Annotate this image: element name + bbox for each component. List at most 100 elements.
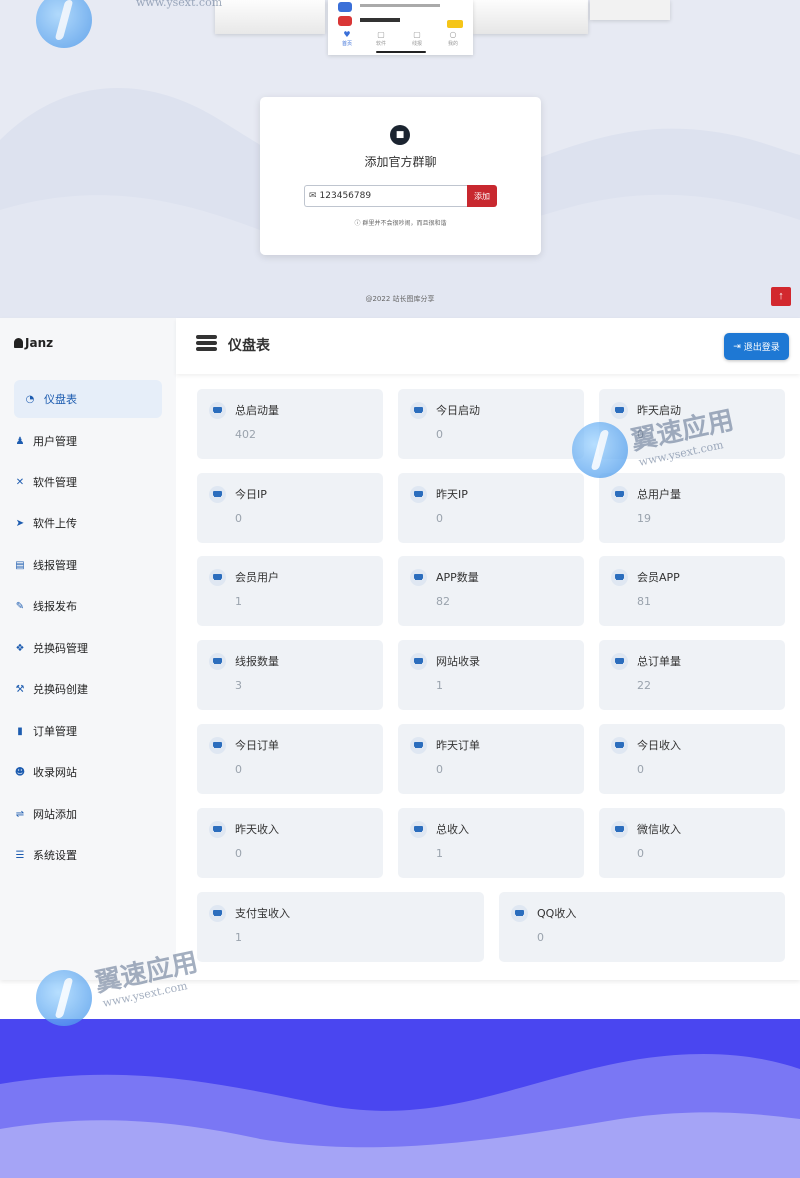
laptop-icon: [611, 653, 628, 670]
smile-icon: ☻: [14, 766, 26, 778]
edit-icon: ✎: [15, 600, 25, 612]
stat-card-member-app: 会员APP 81: [599, 556, 785, 626]
stat-card-wechat-income: 微信收入 0: [599, 808, 785, 878]
sidebar-item-label: 用户管理: [33, 435, 77, 448]
logout-label: 退出登录: [743, 342, 780, 352]
stat-label: 今日订单: [235, 739, 279, 752]
sidebar-item-codes[interactable]: ❖ 兑换码管理: [14, 629, 162, 667]
stat-label: QQ收入: [537, 907, 577, 920]
sidebar-item-label: 兑换码创建: [33, 683, 88, 696]
laptop-icon: [611, 821, 628, 838]
brand-logo[interactable]: Janz: [14, 336, 53, 350]
heart-icon: ♥: [343, 30, 351, 39]
sidebar-item-label: 系统设置: [33, 849, 77, 862]
stat-label: 总收入: [436, 823, 469, 836]
sidebar-item-settings[interactable]: ☰ 系统设置: [14, 836, 162, 874]
stat-value: 0: [637, 847, 644, 860]
preview-tab-news: ▢ 线报: [406, 30, 428, 47]
stat-value: 0: [637, 428, 644, 441]
laptop-icon: [410, 402, 427, 419]
footer-copyright: @2022 站长图库分享: [365, 295, 435, 303]
stat-label: 昨天IP: [436, 488, 468, 501]
laptop-icon: [410, 737, 427, 754]
sidebar-item-label: 线报管理: [33, 559, 77, 572]
stat-card-total-income: 总收入 1: [398, 808, 584, 878]
handshake-icon: ⇌: [15, 808, 25, 820]
stat-value: 0: [436, 428, 443, 441]
mail-icon: ✉: [309, 191, 317, 201]
group-title: 添加官方群聊: [364, 155, 437, 169]
preview-badge: [447, 20, 463, 28]
laptop-icon: [209, 569, 226, 586]
sidebar: Janz ◔ 仪盘表 ♟ 用户管理 ✕ 软件管理 ➤ 软件上传 ▤ 线报管理 ✎…: [0, 318, 176, 980]
stat-label: 会员APP: [637, 571, 680, 584]
logout-button[interactable]: ⇥ 退出登录: [724, 333, 789, 360]
preview-text-line: [360, 4, 440, 7]
menu-icon[interactable]: [196, 335, 217, 351]
stat-value: 82: [436, 595, 450, 608]
sidebar-item-label: 软件上传: [33, 517, 77, 530]
laptop-icon: [209, 737, 226, 754]
stat-label: 微信收入: [637, 823, 681, 836]
stat-label: 今日IP: [235, 488, 267, 501]
stat-value: 1: [235, 931, 242, 944]
scroll-to-top-button[interactable]: ↑: [771, 287, 791, 306]
stat-value: 19: [637, 512, 651, 525]
sidebar-item-label: 仪盘表: [44, 393, 77, 406]
paper-plane-icon: ➤: [15, 517, 25, 529]
stat-label: 昨天启动: [637, 404, 681, 417]
stat-card-yesterday-income: 昨天收入 0: [197, 808, 383, 878]
laptop-icon: [611, 737, 628, 754]
stat-label: 总用户量: [637, 488, 681, 501]
sidebar-item-upload[interactable]: ➤ 软件上传: [14, 504, 162, 542]
decorative-wave-section: [0, 1019, 800, 1178]
laptop-icon: [209, 905, 226, 922]
screenshot-thumbnail: [473, 0, 588, 34]
stat-label: 总启动量: [235, 404, 279, 417]
sidebar-item-label: 订单管理: [33, 725, 77, 738]
stat-label: 会员用户: [235, 571, 279, 584]
sidebar-item-label: 线报发布: [33, 600, 77, 613]
watermark-url: www.ysext.com: [101, 979, 189, 1010]
sidebar-item-orders[interactable]: ▮ 订单管理: [14, 712, 162, 750]
brand-name: Janz: [25, 336, 54, 350]
laptop-icon: [209, 653, 226, 670]
preview-text-line: [360, 18, 400, 22]
stat-value: 0: [436, 512, 443, 525]
group-number-input[interactable]: ✉ 123456789: [304, 185, 468, 207]
stat-label: 今日启动: [436, 404, 480, 417]
ghost-icon: [14, 338, 23, 348]
list-icon: ▤: [15, 559, 25, 571]
stat-value: 0: [436, 763, 443, 776]
box-icon: ▢: [377, 30, 385, 39]
stat-value: 0: [235, 512, 242, 525]
stat-card-qq-income: QQ收入 0: [499, 892, 785, 962]
screenshot-thumbnail: [215, 0, 325, 34]
laptop-icon: [410, 486, 427, 503]
stat-card-yesterday-launches: 昨天启动 0: [599, 389, 785, 459]
sidebar-item-software[interactable]: ✕ 软件管理: [14, 463, 162, 501]
sidebar-item-site-add[interactable]: ⇌ 网站添加: [14, 795, 162, 833]
sidebar-item-label: 网站添加: [33, 808, 77, 821]
laptop-icon: [611, 569, 628, 586]
stat-value: 0: [235, 847, 242, 860]
stat-card-member-users: 会员用户 1: [197, 556, 383, 626]
preview-tab-software: ▢ 软件: [370, 30, 392, 47]
stat-card-total-orders: 总订单量 22: [599, 640, 785, 710]
add-group-button[interactable]: 添加: [467, 185, 497, 207]
background-waves: [0, 1053, 800, 1178]
user-circle-icon: ○: [449, 30, 457, 39]
sidebar-item-news-manage[interactable]: ▤ 线报管理: [14, 546, 162, 584]
sidebar-item-dashboard[interactable]: ◔ 仪盘表: [14, 380, 162, 418]
main-header: 仪盘表 ⇥ 退出登录: [176, 318, 800, 374]
user-icon: ♟: [15, 435, 25, 447]
sidebar-item-news-publish[interactable]: ✎ 线报发布: [14, 587, 162, 625]
sidebar-item-users[interactable]: ♟ 用户管理: [14, 422, 162, 460]
sidebar-item-code-create[interactable]: ⚒ 兑换码创建: [14, 670, 162, 708]
laptop-icon: [511, 905, 528, 922]
stat-value: 1: [235, 595, 242, 608]
laptop-icon: [410, 569, 427, 586]
sidebar-item-sites[interactable]: ☻ 收录网站: [14, 753, 162, 791]
laptop-icon: [209, 486, 226, 503]
phone-preview: ♥ 首页 ▢ 软件 ▢ 线报 ○ 我的: [328, 0, 473, 55]
